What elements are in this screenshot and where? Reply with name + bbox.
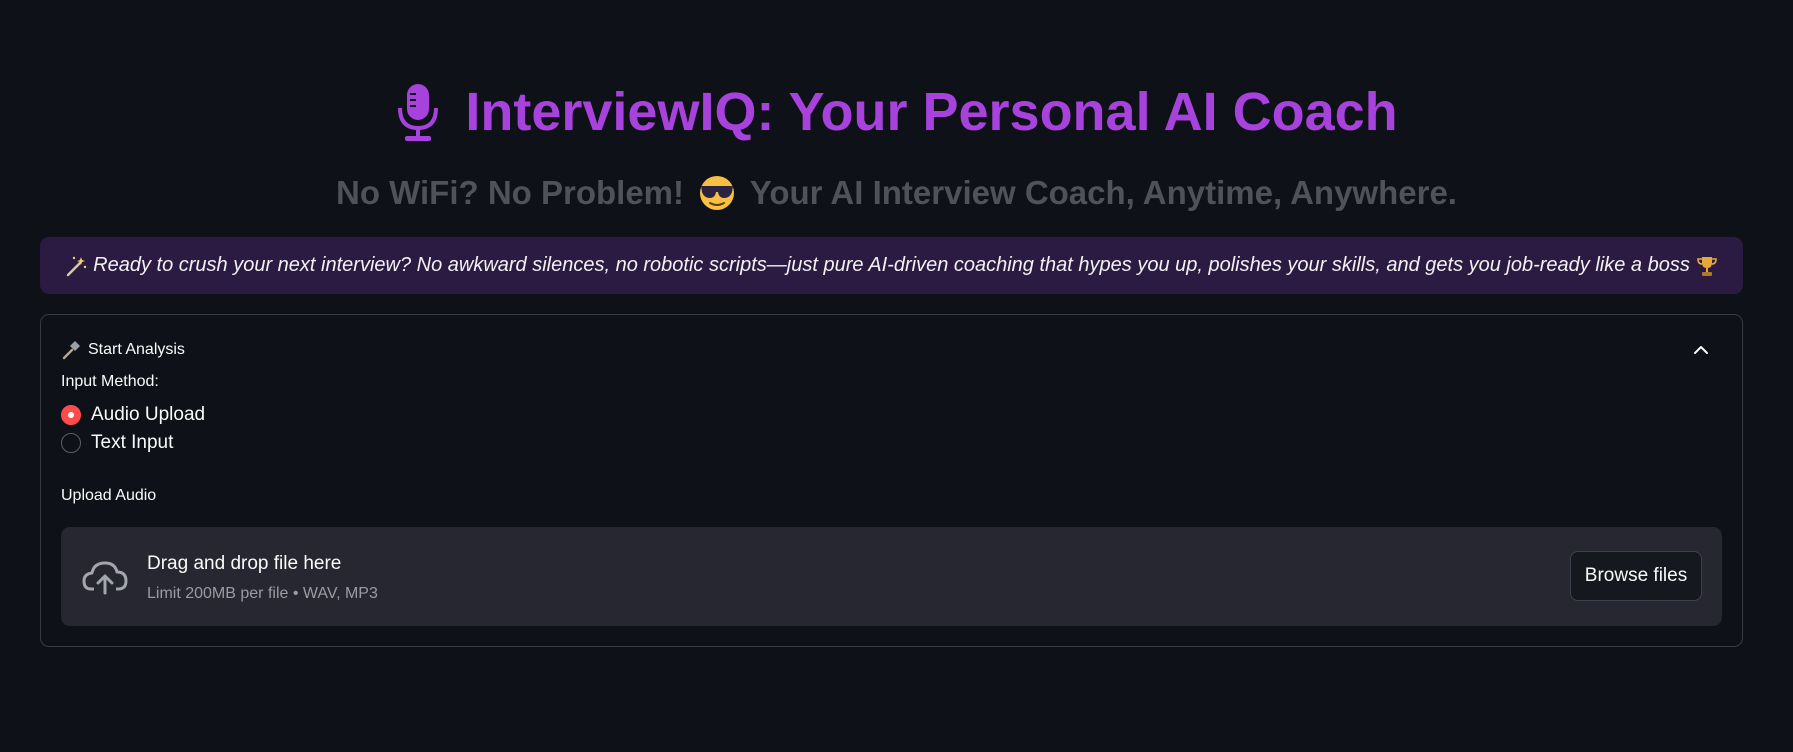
radio-label-text-input: Text Input — [91, 432, 174, 453]
cloud-upload-icon — [81, 557, 129, 597]
start-analysis-expander: Start Analysis Input Method: Audio Uploa… — [40, 314, 1743, 647]
input-method-label: Input Method: — [61, 373, 159, 390]
expander-header[interactable]: Start Analysis — [61, 335, 1722, 365]
page-subtitle: No WiFi? No Problem! Your AI Interview C… — [0, 172, 1793, 212]
radio-text-input[interactable]: Text Input — [61, 432, 173, 454]
radio-label-audio-upload: Audio Upload — [91, 404, 206, 425]
dropzone-limit-text: Limit 200MB per file • WAV, MP3 — [147, 585, 378, 602]
subtitle-part-1: No WiFi? No Problem! — [336, 174, 685, 211]
banner-text: Ready to crush your next interview? No a… — [93, 254, 1690, 276]
expander-label: Start Analysis — [88, 341, 185, 358]
app-page: InterviewIQ: Your Personal AI Coach No W… — [0, 0, 1793, 752]
trophy-icon — [1696, 255, 1718, 277]
chevron-up-icon[interactable] — [1692, 341, 1710, 359]
subtitle-part-2: Your AI Interview Coach, Anytime, Anywhe… — [749, 174, 1457, 211]
browse-files-button[interactable]: Browse files — [1570, 551, 1702, 601]
upload-audio-label: Upload Audio — [61, 487, 157, 504]
microphone-icon — [395, 82, 441, 142]
radio-audio-upload[interactable]: Audio Upload — [61, 404, 205, 426]
page-title: InterviewIQ: Your Personal AI Coach — [465, 82, 1398, 142]
sunglasses-face-icon — [697, 172, 737, 212]
file-dropzone[interactable]: Drag and drop file here Limit 200MB per … — [61, 527, 1722, 626]
page-header: InterviewIQ: Your Personal AI Coach — [0, 78, 1793, 146]
radio-indicator-selected[interactable] — [61, 405, 81, 425]
dropzone-instruction: Drag and drop file here — [147, 553, 342, 574]
hammer-icon — [61, 340, 81, 360]
radio-indicator[interactable] — [61, 433, 81, 453]
magic-wand-icon — [65, 255, 87, 277]
intro-banner: Ready to crush your next interview? No a… — [40, 237, 1743, 294]
